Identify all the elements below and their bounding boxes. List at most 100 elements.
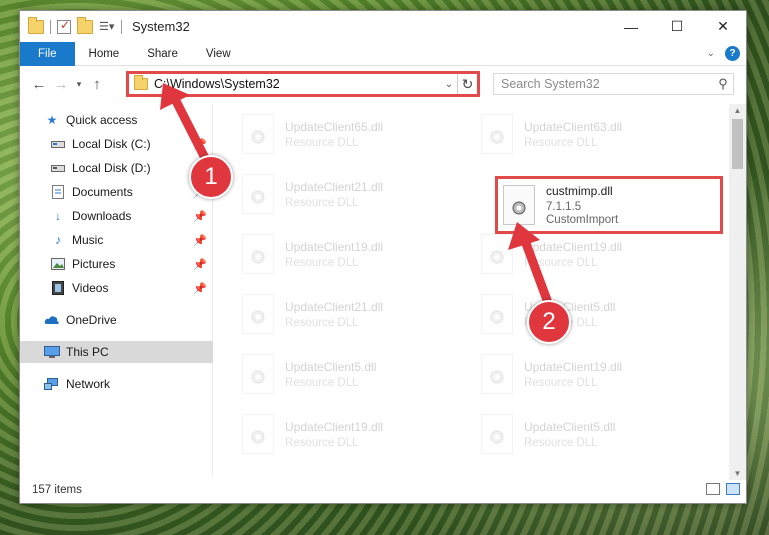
address-row: ← → ▾ ↑ C:\Windows\System32 ⌄ ↻ Search S… bbox=[20, 67, 746, 101]
properties-icon[interactable] bbox=[57, 18, 71, 34]
sidebar-item-network[interactable]: Network bbox=[20, 373, 213, 395]
tab-home[interactable]: Home bbox=[75, 42, 134, 66]
sidebar-item-pictures[interactable]: Pictures 📌 bbox=[20, 253, 213, 275]
sidebar-item-documents[interactable]: Documents 📌 bbox=[20, 181, 213, 203]
customize-icon[interactable]: ☰▾ bbox=[99, 20, 115, 34]
refresh-icon[interactable]: ↻ bbox=[457, 74, 477, 94]
scrollbar-thumb[interactable] bbox=[732, 119, 743, 169]
tab-file[interactable]: File bbox=[20, 41, 75, 66]
pin-icon[interactable]: 📌 bbox=[193, 210, 207, 223]
documents-icon bbox=[50, 185, 66, 199]
details-view-icon[interactable] bbox=[706, 483, 720, 495]
pin-icon[interactable]: 📌 bbox=[193, 234, 207, 247]
back-arrow-icon[interactable]: ← bbox=[28, 76, 50, 93]
file-description: Resource DLL bbox=[285, 376, 359, 389]
address-bar[interactable]: C:\Windows\System32 ⌄ ↻ bbox=[126, 71, 480, 97]
sidebar-item-quick-access[interactable]: ★ Quick access bbox=[20, 109, 213, 131]
pin-icon[interactable]: 📌 bbox=[193, 282, 207, 295]
dll-file-icon bbox=[481, 354, 513, 394]
sidebar-item-label: Music bbox=[72, 233, 104, 247]
sidebar-item-label: OneDrive bbox=[66, 313, 117, 327]
window-controls: — ☐ ✕ bbox=[608, 11, 746, 42]
music-icon: ♪ bbox=[55, 233, 61, 247]
sidebar-item-local-disk-c[interactable]: Local Disk (C:) 📌 bbox=[20, 133, 213, 155]
up-arrow-icon[interactable]: ↑ bbox=[86, 76, 108, 93]
tab-view[interactable]: View bbox=[192, 42, 245, 66]
file-tile[interactable]: UpdateClient19.dll Resource DLL bbox=[242, 229, 462, 279]
file-tile[interactable]: UpdateClient19.dll Resource DLL bbox=[481, 229, 701, 279]
sidebar-item-label: Network bbox=[66, 377, 111, 391]
videos-icon bbox=[50, 281, 66, 295]
file-tile[interactable]: UpdateClient65.dll Resource DLL bbox=[242, 109, 462, 159]
step-badge-2: 2 bbox=[527, 300, 571, 344]
highlighted-file-tile[interactable]: custmimp.dll 7.1.1.5 CustomImport bbox=[495, 176, 723, 234]
file-description: Resource DLL bbox=[285, 136, 359, 149]
file-tile[interactable]: UpdateClient19.dll Resource DLL bbox=[242, 409, 462, 459]
file-tile[interactable]: UpdateClient21.dll Resource DLL bbox=[242, 169, 462, 219]
file-name: UpdateClient19.dll bbox=[285, 419, 384, 434]
file-list: UpdateClient65.dll Resource DLL UpdateCli… bbox=[230, 104, 730, 476]
dll-file-icon bbox=[242, 234, 274, 274]
star-icon: ★ bbox=[46, 113, 58, 127]
pin-icon[interactable]: 📌 bbox=[193, 258, 207, 271]
forward-arrow-icon[interactable]: → bbox=[50, 76, 72, 93]
search-input[interactable]: Search System32 bbox=[494, 77, 713, 91]
dll-file-icon bbox=[242, 354, 274, 394]
file-description: Resource DLL bbox=[524, 256, 598, 269]
sidebar-item-downloads[interactable]: ↓ Downloads 📌 bbox=[20, 205, 213, 227]
file-description: Resource DLL bbox=[285, 436, 359, 449]
file-tile[interactable]: UpdateClient5.dllResource DLL bbox=[242, 349, 462, 399]
sidebar-item-label: Documents bbox=[72, 185, 133, 199]
file-name: UpdateClient19.dll bbox=[524, 359, 623, 374]
close-button[interactable]: ✕ bbox=[700, 11, 746, 42]
drive-icon bbox=[50, 161, 66, 175]
search-icon[interactable]: ⚲ bbox=[713, 76, 733, 92]
sidebar-item-music[interactable]: ♪ Music 📌 bbox=[20, 229, 213, 251]
file-name: UpdateClient21.dll bbox=[285, 299, 384, 314]
tab-share[interactable]: Share bbox=[133, 42, 192, 66]
view-buttons bbox=[706, 483, 740, 495]
expand-ribbon-icon[interactable]: ⌄ bbox=[707, 48, 715, 59]
file-name: UpdateClient5.dll bbox=[524, 419, 616, 434]
file-description: CustomImport bbox=[546, 214, 619, 226]
recent-locations-icon[interactable]: ▾ bbox=[72, 79, 86, 90]
file-description: Resource DLL bbox=[285, 316, 359, 329]
file-name: UpdateClient63.dll bbox=[524, 119, 623, 134]
file-tile[interactable]: UpdateClient63.dll Resource DLL bbox=[481, 109, 701, 159]
file-explorer-window: ☰▾ System32 — ☐ ✕ File Home Share View ⌄… bbox=[19, 10, 747, 504]
minimize-button[interactable]: — bbox=[608, 11, 654, 42]
file-tile[interactable]: UpdateClient21.dll Resource DLL bbox=[242, 289, 462, 339]
sidebar-item-local-disk-d[interactable]: Local Disk (D:) 📌 bbox=[20, 157, 213, 179]
dll-file-icon bbox=[242, 294, 274, 334]
dll-file-icon bbox=[481, 234, 513, 274]
file-tile[interactable]: UpdateClient19.dll Resource DLL bbox=[481, 349, 701, 399]
new-folder-icon[interactable] bbox=[77, 16, 93, 34]
file-tile[interactable]: UpdateClient5.dllResource DLL bbox=[481, 289, 701, 339]
drive-icon bbox=[50, 137, 66, 151]
dll-file-icon bbox=[481, 294, 513, 334]
vertical-scrollbar[interactable]: ▲ ▼ bbox=[729, 104, 746, 480]
file-tile[interactable]: UpdateClient5.dll Resource DLL bbox=[481, 409, 701, 459]
file-name: UpdateClient21.dll bbox=[285, 179, 384, 194]
quick-access-toolbar: ☰▾ bbox=[20, 16, 122, 34]
pin-icon[interactable]: 📌 bbox=[193, 138, 207, 151]
maximize-button[interactable]: ☐ bbox=[654, 11, 700, 42]
file-description: Resource DLL bbox=[285, 196, 359, 209]
address-path[interactable]: C:\Windows\System32 bbox=[154, 77, 441, 91]
dll-file-icon bbox=[242, 114, 274, 154]
sidebar-item-videos[interactable]: Videos 📌 bbox=[20, 277, 213, 299]
folder-icon bbox=[28, 16, 44, 34]
chevron-down-icon[interactable]: ⌄ bbox=[441, 79, 457, 90]
file-description: Resource DLL bbox=[524, 436, 598, 449]
sidebar-item-this-pc[interactable]: This PC bbox=[20, 341, 213, 363]
network-icon bbox=[44, 377, 60, 391]
sidebar-item-label: Local Disk (D:) bbox=[72, 161, 151, 175]
large-icons-view-icon[interactable] bbox=[726, 483, 740, 495]
search-box[interactable]: Search System32 ⚲ bbox=[493, 73, 734, 95]
help-icon[interactable]: ? bbox=[725, 46, 740, 61]
title-bar: ☰▾ System32 — ☐ ✕ bbox=[20, 11, 746, 42]
scroll-up-icon[interactable]: ▲ bbox=[729, 106, 746, 115]
sidebar-item-onedrive[interactable]: OneDrive bbox=[20, 309, 213, 331]
step-badge-1: 1 bbox=[189, 155, 233, 199]
cloud-icon bbox=[44, 313, 60, 327]
